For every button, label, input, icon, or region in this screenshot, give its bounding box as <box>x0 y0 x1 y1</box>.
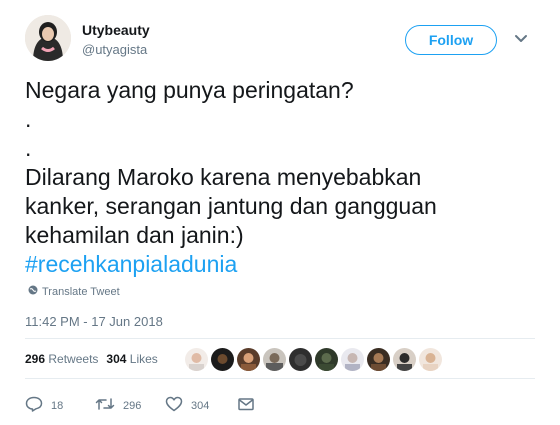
heart-icon <box>165 396 183 415</box>
retweet-count: 296 <box>123 399 142 412</box>
reply-button[interactable]: 18 <box>25 396 95 415</box>
like-count: 304 <box>191 399 210 412</box>
liker-avatar[interactable] <box>341 348 364 371</box>
liker-avatar[interactable] <box>211 348 234 371</box>
tweet-text: Negara yang punya peringatan? . . Dilara… <box>25 77 437 248</box>
avatar[interactable] <box>25 15 71 61</box>
tweet-actions: 18 296 304 <box>25 396 255 415</box>
follow-button[interactable]: Follow <box>405 25 497 55</box>
retweets-stat[interactable]: 296 Retweets <box>25 352 98 366</box>
liker-avatar[interactable] <box>367 348 390 371</box>
translate-label: Translate Tweet <box>42 285 120 298</box>
envelope-icon <box>237 396 255 415</box>
display-name[interactable]: Utybeauty <box>82 22 150 38</box>
reply-icon <box>25 396 43 415</box>
liker-avatar[interactable] <box>419 348 442 371</box>
liker-avatar[interactable] <box>393 348 416 371</box>
tweet-timestamp[interactable]: 11:42 PM - 17 Jun 2018 <box>25 314 163 329</box>
liker-avatar[interactable] <box>237 348 260 371</box>
liker-avatar[interactable] <box>289 348 312 371</box>
reply-count: 18 <box>51 399 64 412</box>
likes-stat[interactable]: 304 Likes <box>106 352 157 366</box>
liker-avatar[interactable] <box>263 348 286 371</box>
retweets-count: 296 <box>25 352 46 366</box>
retweets-label: Retweets <box>48 352 99 366</box>
like-button[interactable]: 304 <box>165 396 237 415</box>
liker-avatar[interactable] <box>185 348 208 371</box>
retweet-icon <box>95 396 115 415</box>
retweet-button[interactable]: 296 <box>95 396 165 415</box>
direct-message-button[interactable] <box>237 396 255 415</box>
translate-tweet-link[interactable]: Translate Tweet <box>28 285 120 298</box>
divider <box>25 338 535 339</box>
likes-count: 304 <box>106 352 127 366</box>
divider <box>25 378 535 379</box>
globe-icon <box>28 285 38 298</box>
liker-avatar[interactable] <box>315 348 338 371</box>
likes-label: Likes <box>129 352 158 366</box>
chevron-down-icon[interactable] <box>513 30 529 46</box>
tweet-stats: 296 Retweets 304 Likes <box>25 352 158 366</box>
hashtag-link[interactable]: #recehkanpialadunia <box>25 250 237 279</box>
user-handle[interactable]: @utyagista <box>82 42 147 57</box>
liker-avatars <box>185 348 442 371</box>
